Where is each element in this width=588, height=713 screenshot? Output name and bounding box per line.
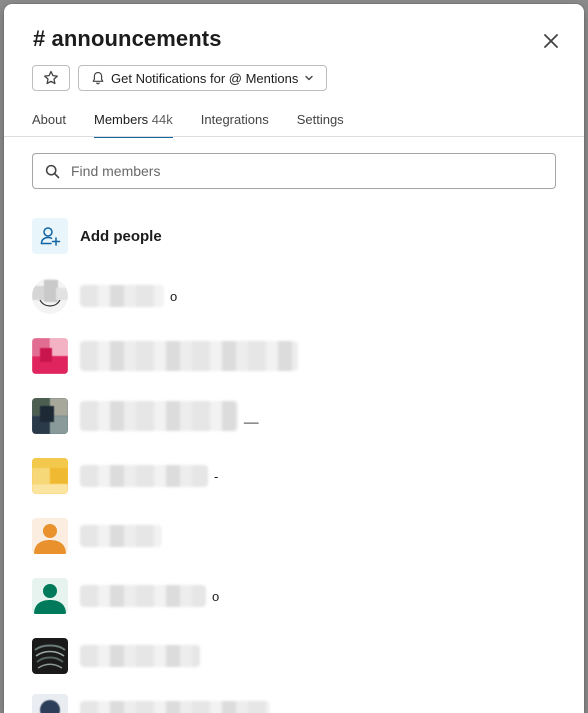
star-icon [44,70,58,85]
tab-members-count: 44k [151,112,173,127]
member-name-redacted [80,341,298,371]
search-input[interactable] [69,162,533,180]
bell-icon [92,71,104,85]
tab-about-label: About [32,112,66,127]
default-avatar-icon [34,524,66,554]
member-name-suffix: __ [244,408,259,424]
member-row[interactable] [32,518,168,554]
member-name-suffix: o [170,288,178,304]
channel-actions: Get Notifications for @ Mentions [32,65,328,91]
close-button[interactable] [540,30,562,52]
member-name-redacted [80,585,206,607]
member-row[interactable]: __ [32,398,258,434]
tab-bar: About Members 44k Integrations Settings [32,110,372,138]
member-avatar [32,338,68,374]
member-avatar [32,518,68,554]
channel-title: # announcements [33,26,222,51]
member-avatar [32,398,68,434]
default-avatar-icon [34,584,66,614]
add-people-button[interactable]: Add people [32,218,162,254]
member-row[interactable] [32,638,206,674]
member-name-redacted [80,285,164,307]
member-name-suffix: - [214,468,219,484]
star-channel-button[interactable] [32,65,70,91]
member-row[interactable]: o [32,278,177,314]
tab-about[interactable]: About [32,110,66,138]
tab-members-label: Members [93,112,149,127]
add-people-label: Add people [80,227,162,245]
tab-members[interactable]: Members 44k [93,110,173,138]
member-name-redacted [80,401,238,431]
member-search [32,153,556,189]
member-avatar [32,578,68,614]
add-people-icon-box [32,218,68,254]
member-name-suffix: o [212,588,220,604]
member-avatar [32,694,68,713]
tab-settings-label: Settings [296,112,344,127]
tab-settings[interactable]: Settings [297,110,344,138]
tab-integrations[interactable]: Integrations [201,110,269,138]
photo-icon [34,644,66,669]
member-row[interactable] [32,338,304,374]
member-avatar [32,458,68,494]
member-row[interactable] [32,694,276,713]
notifications-button[interactable]: Get Notifications for @ Mentions [78,65,328,91]
member-row[interactable]: o [32,578,219,614]
member-name-redacted [80,701,270,713]
member-name-redacted [80,525,162,547]
search-icon [45,164,60,178]
member-avatar [32,278,68,314]
add-user-icon [40,227,61,246]
chevron-down-icon [305,75,314,81]
member-avatar [32,638,68,674]
tab-integrations-label: Integrations [200,112,269,127]
member-name-redacted [80,465,208,487]
notifications-label: Get Notifications for @ Mentions [111,70,299,86]
channel-details-modal: # announcements Get Notifications for @ … [4,4,584,713]
tab-divider [4,136,584,137]
member-row[interactable]: - [32,458,218,494]
member-name-redacted [80,645,200,667]
close-icon [544,34,558,48]
